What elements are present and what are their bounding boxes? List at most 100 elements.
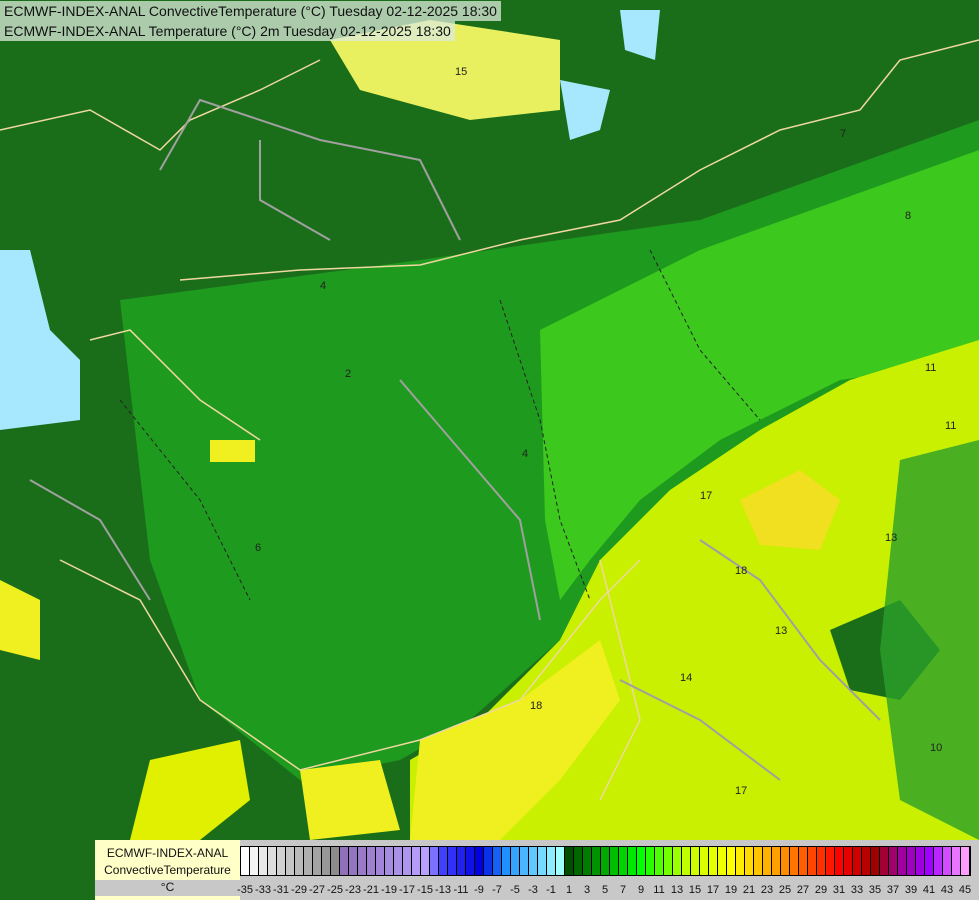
color-bar-cell: [637, 847, 646, 875]
contour-label: 4: [320, 280, 327, 292]
color-bar-tick-label: 5: [601, 884, 609, 896]
color-bar-cell: [772, 847, 781, 875]
color-bar-cell: [538, 847, 547, 875]
color-bar-tick-label: -3: [528, 884, 538, 896]
color-bar-cell: [610, 847, 619, 875]
color-bar-cell: [313, 847, 322, 875]
color-bar-tick-label: 1: [565, 884, 573, 896]
color-bar-cell: [664, 847, 673, 875]
color-bar-cell: [898, 847, 907, 875]
color-bar-cell: [682, 847, 691, 875]
color-bar-cell: [403, 847, 412, 875]
color-bar-tick-label: -15: [417, 884, 433, 896]
color-bar-cell: [952, 847, 961, 875]
weather-map: [0, 0, 979, 900]
contour-label: 13: [775, 625, 788, 637]
color-bar-cell: [385, 847, 394, 875]
legend-unit: °C: [95, 880, 240, 896]
color-bar-cell: [304, 847, 313, 875]
color-bar-cell: [295, 847, 304, 875]
contour-label: 4: [522, 448, 529, 460]
color-bar-cell: [628, 847, 637, 875]
contour-label: 8: [905, 210, 912, 222]
color-bar-cell: [691, 847, 700, 875]
color-bar-cell: [700, 847, 709, 875]
color-bar-cell: [844, 847, 853, 875]
color-bar-cell: [907, 847, 916, 875]
color-bar-tick-label: -1: [546, 884, 556, 896]
color-bar-cell: [358, 847, 367, 875]
color-bar-cell: [853, 847, 862, 875]
color-bar-cell: [718, 847, 727, 875]
color-bar-tick-label: 17: [706, 884, 720, 896]
color-bar-cell: [934, 847, 943, 875]
color-bar-cell: [286, 847, 295, 875]
color-bar-cell: [367, 847, 376, 875]
color-bar-tick-label: 27: [796, 884, 810, 896]
color-bar-cell: [790, 847, 799, 875]
color-bar-tick-label: -27: [309, 884, 325, 896]
contour-label: 17: [700, 490, 713, 502]
color-bar-cell: [943, 847, 952, 875]
color-bar-cell: [808, 847, 817, 875]
contour-label: 10: [930, 742, 943, 754]
color-bar: [240, 846, 971, 876]
color-bar-tick-label: 41: [922, 884, 936, 896]
color-bar-tick-label: 33: [850, 884, 864, 896]
color-bar-cell: [583, 847, 592, 875]
color-bar-cell: [322, 847, 331, 875]
color-bar-tick-label: -13: [435, 884, 451, 896]
contour-label: 18: [530, 700, 543, 712]
contour-label: 15: [455, 66, 468, 78]
color-bar-cell: [268, 847, 277, 875]
color-bar-tick-label: 31: [832, 884, 846, 896]
color-bar-tick-label: 37: [886, 884, 900, 896]
color-bar-tick-label: 43: [940, 884, 954, 896]
color-legend: ECMWF-INDEX-ANAL ConvectiveTemperature °…: [95, 840, 979, 900]
legend-line2: ConvectiveTemperature: [104, 863, 231, 877]
color-bar-cell: [277, 847, 286, 875]
color-bar-tick-label: -31: [273, 884, 289, 896]
map-title-convective: ECMWF-INDEX-ANAL ConvectiveTemperature (…: [0, 1, 501, 21]
color-bar-cell: [736, 847, 745, 875]
color-bar-cell: [673, 847, 682, 875]
color-bar-tick-label: 3: [583, 884, 591, 896]
color-bar-cell: [394, 847, 403, 875]
contour-label: 2: [345, 368, 352, 380]
color-bar-cell: [574, 847, 583, 875]
color-bar-cell: [916, 847, 925, 875]
color-bar-cell: [754, 847, 763, 875]
color-bar-cell: [880, 847, 889, 875]
contour-label: 11: [925, 362, 937, 374]
color-bar-cell: [466, 847, 475, 875]
color-bar-cell: [781, 847, 790, 875]
color-bar-tick-label: -9: [474, 884, 484, 896]
color-bar-cell: [817, 847, 826, 875]
legend-line1: ECMWF-INDEX-ANAL: [106, 846, 229, 860]
color-bar-tick-label: -35: [237, 884, 253, 896]
legend-label: ECMWF-INDEX-ANAL ConvectiveTemperature °…: [95, 840, 240, 900]
color-bar-cell: [745, 847, 754, 875]
color-bar-cell: [331, 847, 340, 875]
color-bar-cell: [340, 847, 349, 875]
color-bar-tick-label: -11: [453, 884, 469, 896]
color-bar-cell: [592, 847, 601, 875]
contour-label: 14: [680, 672, 693, 684]
color-bar-tick-label: -7: [492, 884, 502, 896]
color-bar-cell: [871, 847, 880, 875]
color-bar-cell: [646, 847, 655, 875]
map-title-temperature: ECMWF-INDEX-ANAL Temperature (°C) 2m Tue…: [0, 21, 455, 41]
contour-label: 13: [885, 532, 898, 544]
color-bar-cell: [430, 847, 439, 875]
color-bar-tick-label: -33: [255, 884, 271, 896]
color-bar-cell: [412, 847, 421, 875]
color-bar-cell: [709, 847, 718, 875]
color-bar-cell: [601, 847, 610, 875]
color-bar-cell: [862, 847, 871, 875]
color-bar-cell: [889, 847, 898, 875]
color-bar-cell: [799, 847, 808, 875]
color-bar-cell: [421, 847, 430, 875]
color-bar-tick-label: 21: [742, 884, 756, 896]
color-bar-cell: [925, 847, 934, 875]
color-bar-tick-label: 39: [904, 884, 918, 896]
